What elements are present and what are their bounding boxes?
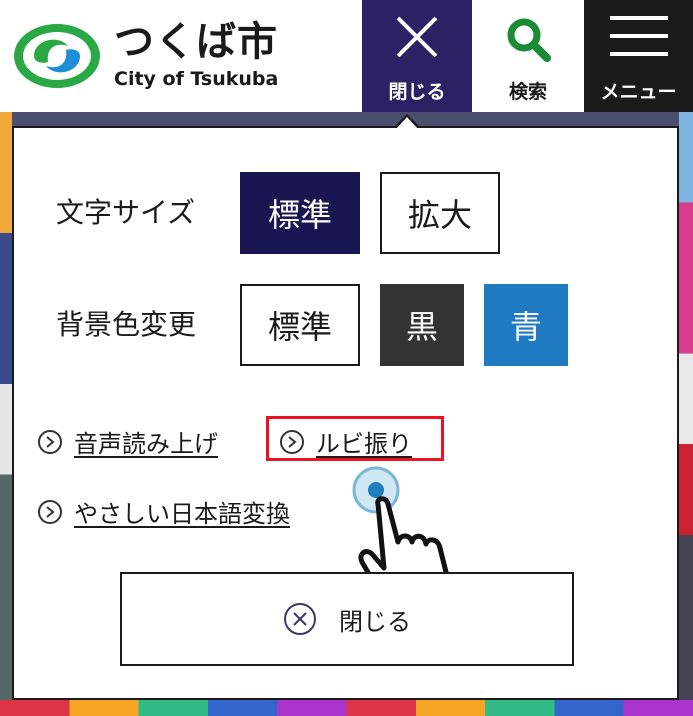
easy-japanese-label: やさしい日本語変換 [74,500,290,528]
hamburger-icon [609,16,668,56]
bg-color-blue-button[interactable]: 青 [484,284,568,366]
background-image-strip-right [679,112,693,716]
voice-readout-link[interactable]: 音声読み上げ [38,424,218,459]
chevron-right-circle-icon [38,499,62,524]
chevron-right-circle-icon [280,429,304,454]
bg-color-black-button[interactable]: 黒 [380,284,464,366]
text-size-large-button[interactable]: 拡大 [380,172,500,254]
close-circle-icon [284,603,316,635]
header-search-button[interactable]: 検索 [474,0,582,112]
ruby-link[interactable]: ルビ振り [280,424,412,459]
panel-pointer-inner [396,117,418,129]
text-size-standard-button[interactable]: 標準 [240,172,360,254]
chevron-right-circle-icon [38,429,62,454]
background-image-strip-left [0,112,12,716]
text-size-label: 文字サイズ [56,196,196,229]
bg-color-label: 背景色変更 [56,308,197,341]
easy-japanese-link[interactable]: やさしい日本語変換 [38,494,290,529]
panel-close-label: 閉じる [339,607,411,636]
tsukuba-logo-icon[interactable] [12,22,102,90]
search-icon [507,18,551,62]
header-menu-button[interactable]: メニュー [584,0,693,112]
bg-color-standard-button[interactable]: 標準 [240,284,360,366]
voice-readout-label: 音声読み上げ [74,430,218,458]
logo-title-en: City of Tsukuba [114,68,279,90]
header-close-label: 閉じる [388,81,446,103]
header-menu-label: メニュー [600,81,677,103]
header-search-label: 検索 [508,81,547,103]
site-header: つくば市 City of Tsukuba 閉じる 検索 メニュー [0,0,693,112]
panel-close-button[interactable]: 閉じる [120,572,574,666]
ruby-label: ルビ振り [316,430,412,458]
logo-title-ja: つくば市 [114,19,278,65]
background-color-bar-bottom [0,700,693,716]
header-close-button[interactable]: 閉じる [362,0,472,112]
close-icon [396,16,438,58]
